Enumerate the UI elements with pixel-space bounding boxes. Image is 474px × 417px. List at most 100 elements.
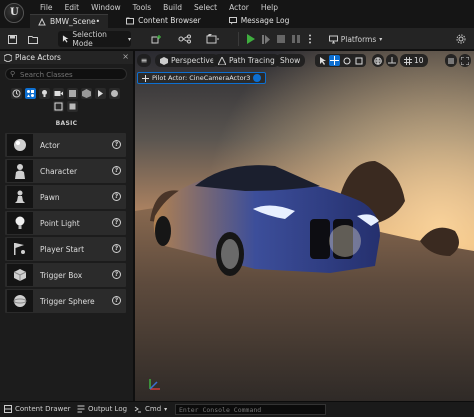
add-content-icon[interactable] [148,31,166,47]
console-command-field[interactable] [175,404,326,415]
menu-window[interactable]: Window [85,2,127,13]
menu-actor[interactable]: Actor [223,2,255,13]
menu-bar: File Edit Window Tools Build Select Acto… [34,2,284,13]
play-options-icon[interactable] [305,31,315,47]
platforms-icon [328,35,338,43]
volumes-category-icon[interactable] [95,88,106,99]
transform-tools [315,54,366,67]
play-button[interactable] [243,31,257,47]
help-icon[interactable]: ? [112,296,121,305]
scene-render [135,51,474,401]
unreal-logo-icon[interactable]: U [4,3,24,23]
panel-title: Place Actors [15,53,61,62]
pilot-label: Pilot Actor: CineCameraActor3 [152,74,251,82]
cinematic-category-icon[interactable] [53,88,64,99]
chevron-down-icon: ▾ [379,35,383,43]
shapes-category-icon[interactable] [53,101,64,112]
recent-icon[interactable] [11,88,22,99]
menu-edit[interactable]: Edit [59,2,86,13]
stop-button[interactable] [275,31,286,47]
output-log-icon [77,405,85,413]
scale-tool-icon[interactable] [353,55,364,66]
output-log-button[interactable]: Output Log [77,405,127,413]
grid-snap-control[interactable]: 10 [400,54,428,67]
document-tabs: BMW_Scene• Content Browser Message Log [30,14,297,28]
list-item-character[interactable]: Character ? [5,159,126,183]
search-classes-field[interactable]: ⚲ [5,68,127,80]
menu-tools[interactable]: Tools [127,2,157,13]
visual-effects-category-icon[interactable] [67,88,78,99]
help-icon[interactable]: ? [112,218,121,227]
search-input[interactable] [20,70,120,79]
level-viewport[interactable]: ≡ Perspective Path Tracing Show 10 Pilot… [135,51,474,401]
geometry-category-icon[interactable] [81,88,92,99]
chevron-down-icon: ▾ [164,405,168,413]
camera-speed-icon[interactable] [445,54,457,67]
help-icon[interactable]: ? [112,140,121,149]
save-icon[interactable] [5,31,19,47]
menu-select[interactable]: Select [188,2,223,13]
path-tracing-dropdown[interactable]: Path Tracing [213,54,280,67]
perspective-dropdown[interactable]: Perspective [155,54,220,67]
selection-mode-dropdown[interactable]: Selection Mode ▾ [58,30,131,48]
help-icon[interactable]: ? [112,166,121,175]
actor-label: Trigger Sphere [40,297,95,306]
menu-file[interactable]: File [34,2,59,13]
viewport-options-icon[interactable]: ≡ [137,54,151,67]
menu-build[interactable]: Build [157,2,188,13]
chevron-down-icon: ▾ [127,35,131,43]
content-drawer-button[interactable]: Content Drawer [4,405,71,413]
maximize-viewport-icon[interactable] [459,54,471,67]
settings-category-icon[interactable] [67,101,78,112]
content-drawer-icon [4,405,12,413]
all-classes-category-icon[interactable] [109,88,120,99]
tab-message-log[interactable]: Message Log [221,14,298,28]
message-log-icon [228,17,237,25]
help-icon[interactable]: ? [112,270,121,279]
list-item-player-start[interactable]: Player Start ? [5,237,126,261]
close-icon[interactable]: × [122,52,129,61]
surface-snap-icon[interactable] [386,54,398,67]
list-item-point-light[interactable]: Point Light ? [5,211,126,235]
tab-label: Content Browser [138,16,201,25]
list-item-actor[interactable]: Actor ? [5,133,126,157]
actor-label: Trigger Box [40,271,83,280]
pilot-actor-badge[interactable]: Pilot Actor: CineCameraActor3 [137,72,267,84]
blueprints-icon[interactable] [175,31,195,47]
place-actors-tab[interactable]: Place Actors × [0,51,133,64]
select-tool-icon[interactable] [317,55,328,66]
tab-bmw-scene[interactable]: BMW_Scene• [30,14,109,28]
list-item-pawn[interactable]: Pawn ? [5,185,126,209]
help-icon[interactable]: ? [112,244,121,253]
sphere-icon [14,139,26,151]
console-input[interactable] [176,405,325,414]
pilot-icon [142,74,149,82]
eject-button[interactable] [290,31,301,47]
menu-help[interactable]: Help [255,2,284,13]
resume-button[interactable] [260,31,271,47]
show-dropdown[interactable]: Show [275,54,306,67]
category-label: BASIC [55,120,78,127]
settings-icon[interactable] [453,31,469,47]
help-icon[interactable]: ? [112,192,121,201]
rotate-tool-icon[interactable] [341,55,352,66]
cursor-icon [62,35,69,43]
title-bar: U File Edit Window Tools Build Select Ac… [0,0,474,28]
lights-category-icon[interactable] [39,88,50,99]
cmd-dropdown[interactable]: Cmd ▾ [134,405,167,413]
pawn-icon [15,190,25,203]
actor-label: Pawn [40,193,60,202]
list-item-trigger-sphere[interactable]: Trigger Sphere ? [5,289,126,313]
tab-content-browser[interactable]: Content Browser [118,14,209,28]
view-mode-icon [218,56,226,65]
basic-category-icon[interactable] [25,88,36,99]
cinematics-icon[interactable] [203,31,223,47]
browse-folder-icon[interactable] [26,31,40,47]
platforms-dropdown[interactable]: Platforms ▾ [328,31,383,47]
world-local-icon[interactable] [372,54,384,67]
grid-icon [404,56,412,65]
list-item-trigger-box[interactable]: Trigger Box ? [5,263,126,287]
eject-pilot-icon[interactable] [253,74,262,82]
toolbar-divider [238,32,239,46]
move-tool-icon[interactable] [329,55,340,66]
